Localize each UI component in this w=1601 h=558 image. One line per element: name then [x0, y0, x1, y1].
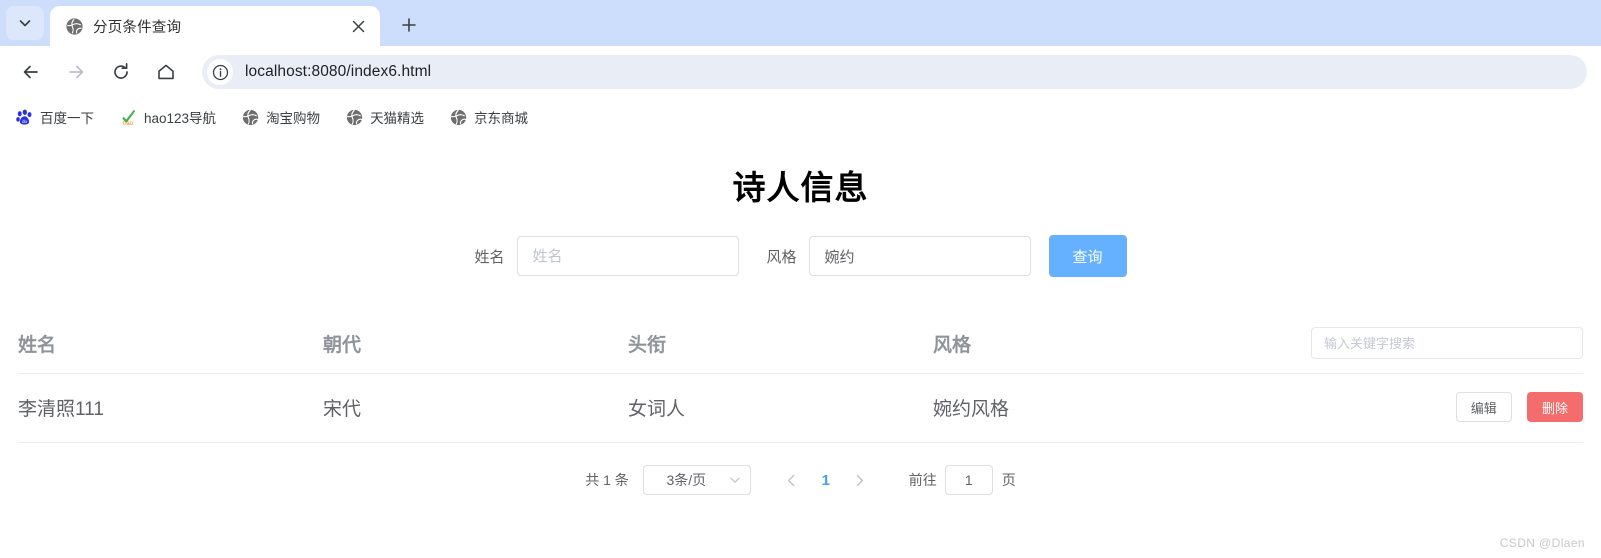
bookmark-taobao[interactable]: 淘宝购物 — [240, 105, 322, 129]
column-header-style: 风格 — [933, 317, 1223, 374]
home-icon — [158, 64, 174, 80]
tab-title: 分页条件查询 — [93, 19, 182, 36]
cell-style: 婉约风格 — [933, 373, 1223, 443]
name-input[interactable] — [516, 236, 739, 276]
bookmark-label: 百度一下 — [40, 111, 94, 126]
style-field-label: 风格 — [766, 248, 797, 266]
delete-button[interactable]: 删除 — [1526, 392, 1583, 422]
cell-title: 女词人 — [628, 373, 933, 443]
name-field-label: 姓名 — [474, 248, 505, 266]
address-bar[interactable]: localhost:8080/index6.html — [202, 55, 1587, 89]
pagination-jump-suffix: 页 — [1001, 472, 1016, 488]
page-size-select[interactable]: 3条/页 — [642, 465, 751, 495]
reload-icon — [114, 62, 128, 79]
bookmark-jd[interactable]: 京东商城 — [448, 105, 530, 129]
browser-tab[interactable]: 分页条件查询 — [50, 6, 380, 46]
close-x-icon — [352, 20, 364, 32]
globe-icon — [66, 17, 83, 35]
cell-actions: 编辑 删除 — [1223, 373, 1583, 443]
arrow-right-icon — [69, 65, 84, 79]
close-icon[interactable] — [346, 14, 370, 38]
column-header-actions — [1223, 317, 1583, 374]
forward-button[interactable] — [59, 55, 93, 89]
bookmark-label: 天猫精选 — [370, 111, 425, 126]
pagination-total: 共 1 条 — [585, 472, 629, 488]
pagination-jump-input[interactable] — [944, 465, 993, 495]
site-info-icon[interactable] — [207, 59, 233, 85]
plus-icon — [402, 18, 416, 32]
pagination-page-1[interactable]: 1 — [813, 465, 839, 495]
bookmark-tmall[interactable]: 天猫精选 — [344, 105, 426, 129]
chevron-down-icon — [19, 20, 31, 27]
browser-window: 分页条件查询 localhost:8080/index6.html du 百度一… — [0, 0, 1601, 558]
table-body: 李清照111 宋代 女词人 婉约风格 编辑 删除 — [18, 373, 1583, 443]
globe-icon — [346, 109, 363, 125]
poets-table-wrapper: 姓名 朝代 头衔 风格 李清照111 宋代 女词人 婉约风格 — [18, 317, 1583, 443]
pagination-prev-button[interactable] — [777, 465, 807, 495]
globe-icon — [450, 109, 467, 125]
search-form: 姓名 风格 查询 — [0, 235, 1601, 277]
bookmark-label: 京东商城 — [474, 111, 529, 126]
pagination-next-button[interactable] — [845, 465, 875, 495]
table-header-row: 姓名 朝代 头衔 风格 — [18, 317, 1583, 374]
browser-toolbar: localhost:8080/index6.html — [0, 46, 1601, 98]
home-button[interactable] — [149, 55, 183, 89]
back-button[interactable] — [14, 55, 48, 89]
bookmark-hao123[interactable]: hao hao123导航 — [118, 105, 218, 129]
page-content: 诗人信息 姓名 风格 查询 姓名 朝代 头衔 风格 — [0, 136, 1601, 558]
table-head: 姓名 朝代 头衔 风格 — [18, 317, 1583, 374]
bookmark-label: 淘宝购物 — [266, 111, 321, 126]
edit-button[interactable]: 编辑 — [1455, 392, 1512, 422]
baidu-icon: du — [16, 109, 32, 125]
page-size-label: 3条/页 — [666, 472, 707, 488]
column-header-dynasty: 朝代 — [323, 317, 628, 374]
poets-table: 姓名 朝代 头衔 风格 李清照111 宋代 女词人 婉约风格 — [18, 317, 1583, 443]
chevron-right-icon — [856, 474, 864, 486]
watermark: CSDN @Dlaen — [1499, 536, 1585, 550]
cell-name: 李清照111 — [18, 373, 323, 443]
table-filter-input[interactable] — [1311, 327, 1583, 359]
column-header-name: 姓名 — [18, 317, 323, 374]
info-circle-icon — [212, 64, 228, 80]
cell-dynasty: 宋代 — [323, 373, 628, 443]
pagination-jump-label: 前往 — [908, 472, 937, 488]
bookmark-baidu[interactable]: du 百度一下 — [14, 105, 96, 129]
bookmarks-bar: du 百度一下 hao hao123导航 淘宝购物 天猫精选 京东商城 — [0, 98, 1601, 136]
arrow-left-icon — [23, 65, 38, 79]
style-input[interactable] — [808, 236, 1031, 276]
pagination: 共 1 条 3条/页 1 前往 页 — [0, 465, 1601, 495]
svg-text:du: du — [22, 119, 28, 124]
new-tab-button[interactable] — [392, 8, 426, 42]
svg-text:hao: hao — [123, 120, 134, 125]
page-title: 诗人信息 — [732, 169, 869, 206]
chevron-left-icon — [788, 474, 795, 486]
address-bar-url: localhost:8080/index6.html — [245, 63, 432, 80]
reload-button[interactable] — [104, 55, 138, 89]
globe-icon — [242, 109, 259, 125]
tab-search-button[interactable] — [6, 6, 44, 40]
bookmark-label: hao123导航 — [144, 111, 217, 126]
tab-strip: 分页条件查询 — [0, 0, 1601, 46]
column-header-title: 头衔 — [628, 317, 933, 374]
search-button[interactable]: 查询 — [1048, 235, 1127, 277]
chevron-down-icon — [730, 477, 740, 483]
hao123-icon: hao — [122, 109, 136, 126]
table-row: 李清照111 宋代 女词人 婉约风格 编辑 删除 — [18, 373, 1583, 443]
